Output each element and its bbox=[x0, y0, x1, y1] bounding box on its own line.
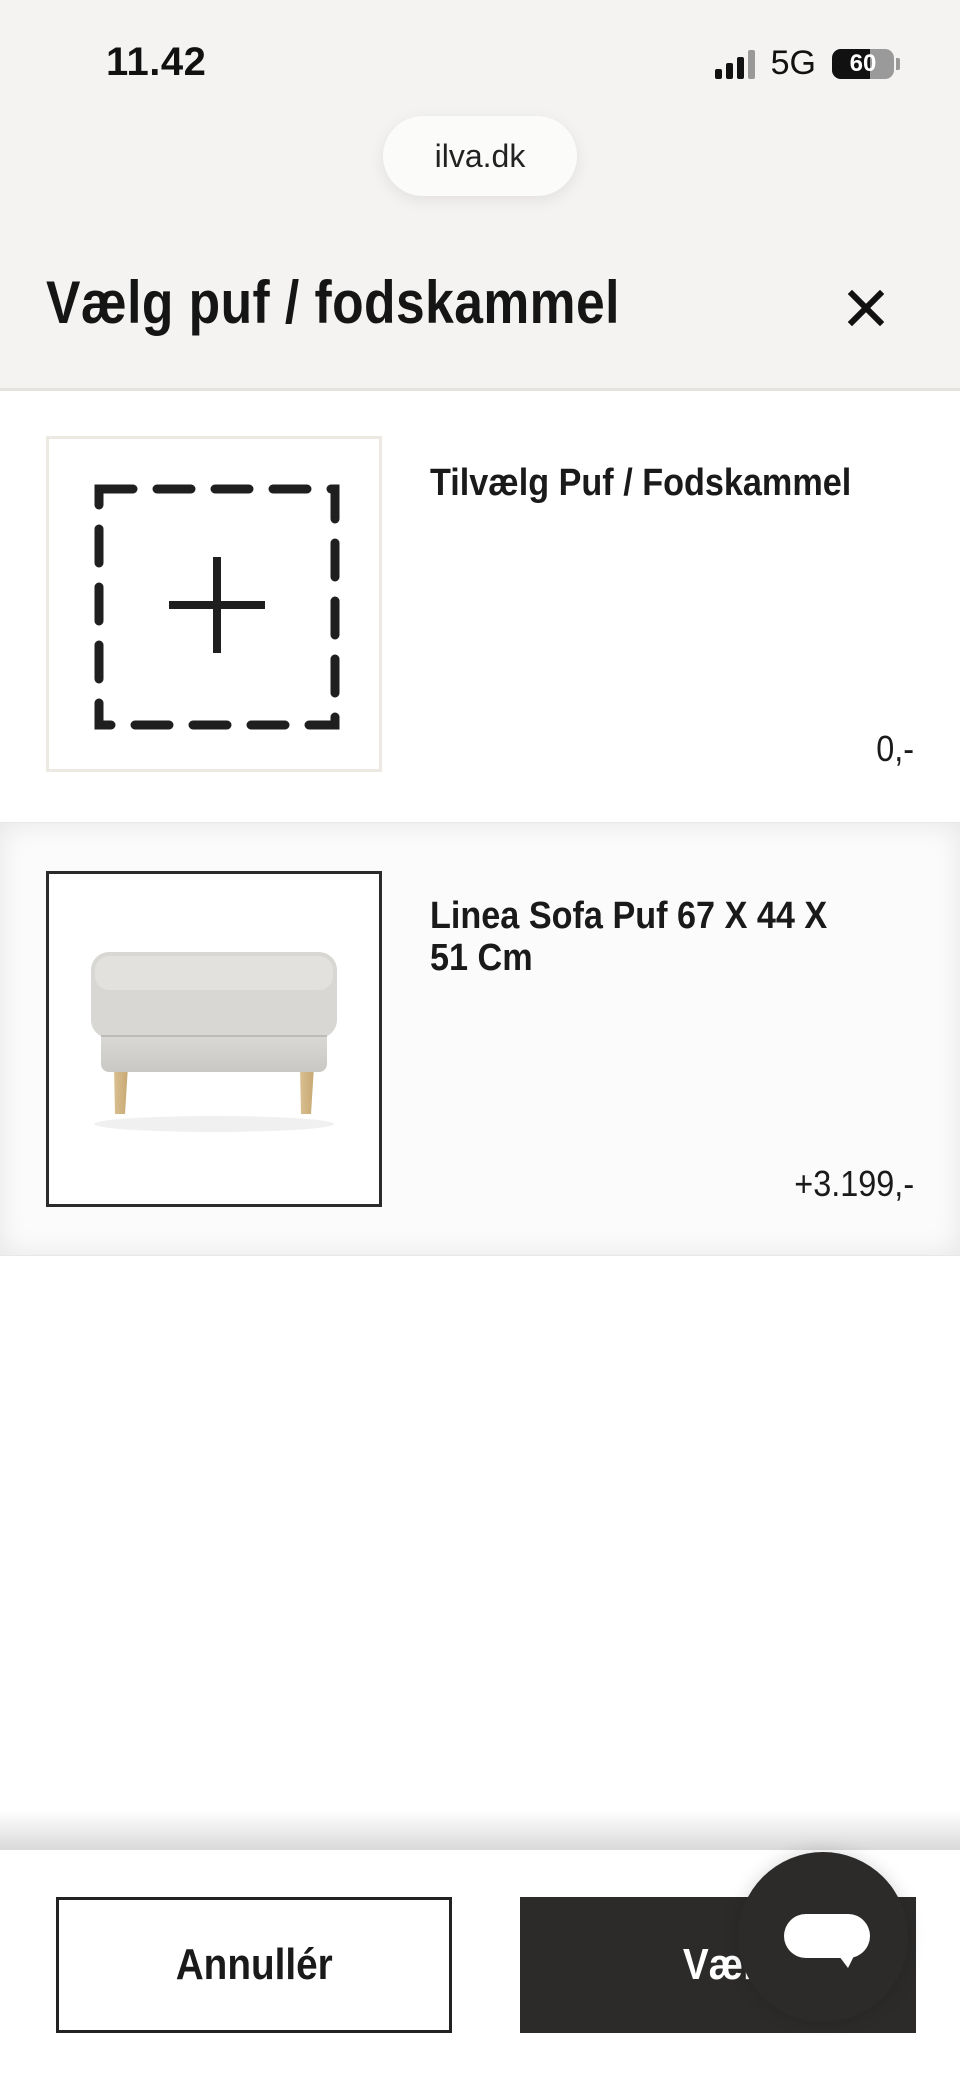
chat-button[interactable] bbox=[738, 1852, 908, 2022]
option-no-footstool[interactable]: Tilvælg Puf / Fodskammel 0,- bbox=[0, 392, 960, 822]
modal-title: Vælg puf / fodskammel bbox=[46, 269, 620, 336]
cancel-label: Annullér bbox=[175, 1940, 333, 1989]
modal-header: 11.42 5G 60 ilva.dk Vælg puf / fodskamme… bbox=[0, 0, 960, 391]
battery-icon: 60 bbox=[832, 48, 894, 79]
url-text: ilva.dk bbox=[434, 137, 526, 174]
close-button[interactable] bbox=[836, 278, 896, 338]
network-type: 5G bbox=[770, 44, 816, 82]
close-icon bbox=[848, 290, 884, 326]
chat-bubble-icon bbox=[784, 1914, 870, 1968]
option-price: 0,- bbox=[876, 728, 914, 769]
option-name: Tilvælg Puf / Fodskammel bbox=[430, 462, 852, 504]
bottom-shadow bbox=[0, 1810, 960, 1850]
cancel-button[interactable]: Annullér bbox=[56, 1897, 452, 2033]
option-linea-sofa-puf[interactable]: Linea Sofa Puf 67 X 44 X 51 Cm +3.199,- bbox=[0, 822, 960, 1256]
option-thumbnail bbox=[46, 871, 382, 1207]
status-indicators: 5G 60 bbox=[714, 44, 900, 83]
header-divider bbox=[0, 388, 960, 391]
option-name: Linea Sofa Puf 67 X 44 X 51 Cm bbox=[430, 895, 828, 979]
option-price: +3.199,- bbox=[794, 1163, 914, 1204]
status-time: 11.42 bbox=[106, 40, 207, 84]
footstool-image bbox=[91, 952, 337, 1132]
option-thumbnail bbox=[46, 436, 382, 772]
address-bar[interactable]: ilva.dk bbox=[383, 116, 577, 196]
battery-tip bbox=[896, 57, 900, 70]
add-placeholder-icon bbox=[94, 484, 340, 730]
battery-level: 60 bbox=[849, 49, 877, 77]
signal-icon bbox=[714, 49, 755, 79]
